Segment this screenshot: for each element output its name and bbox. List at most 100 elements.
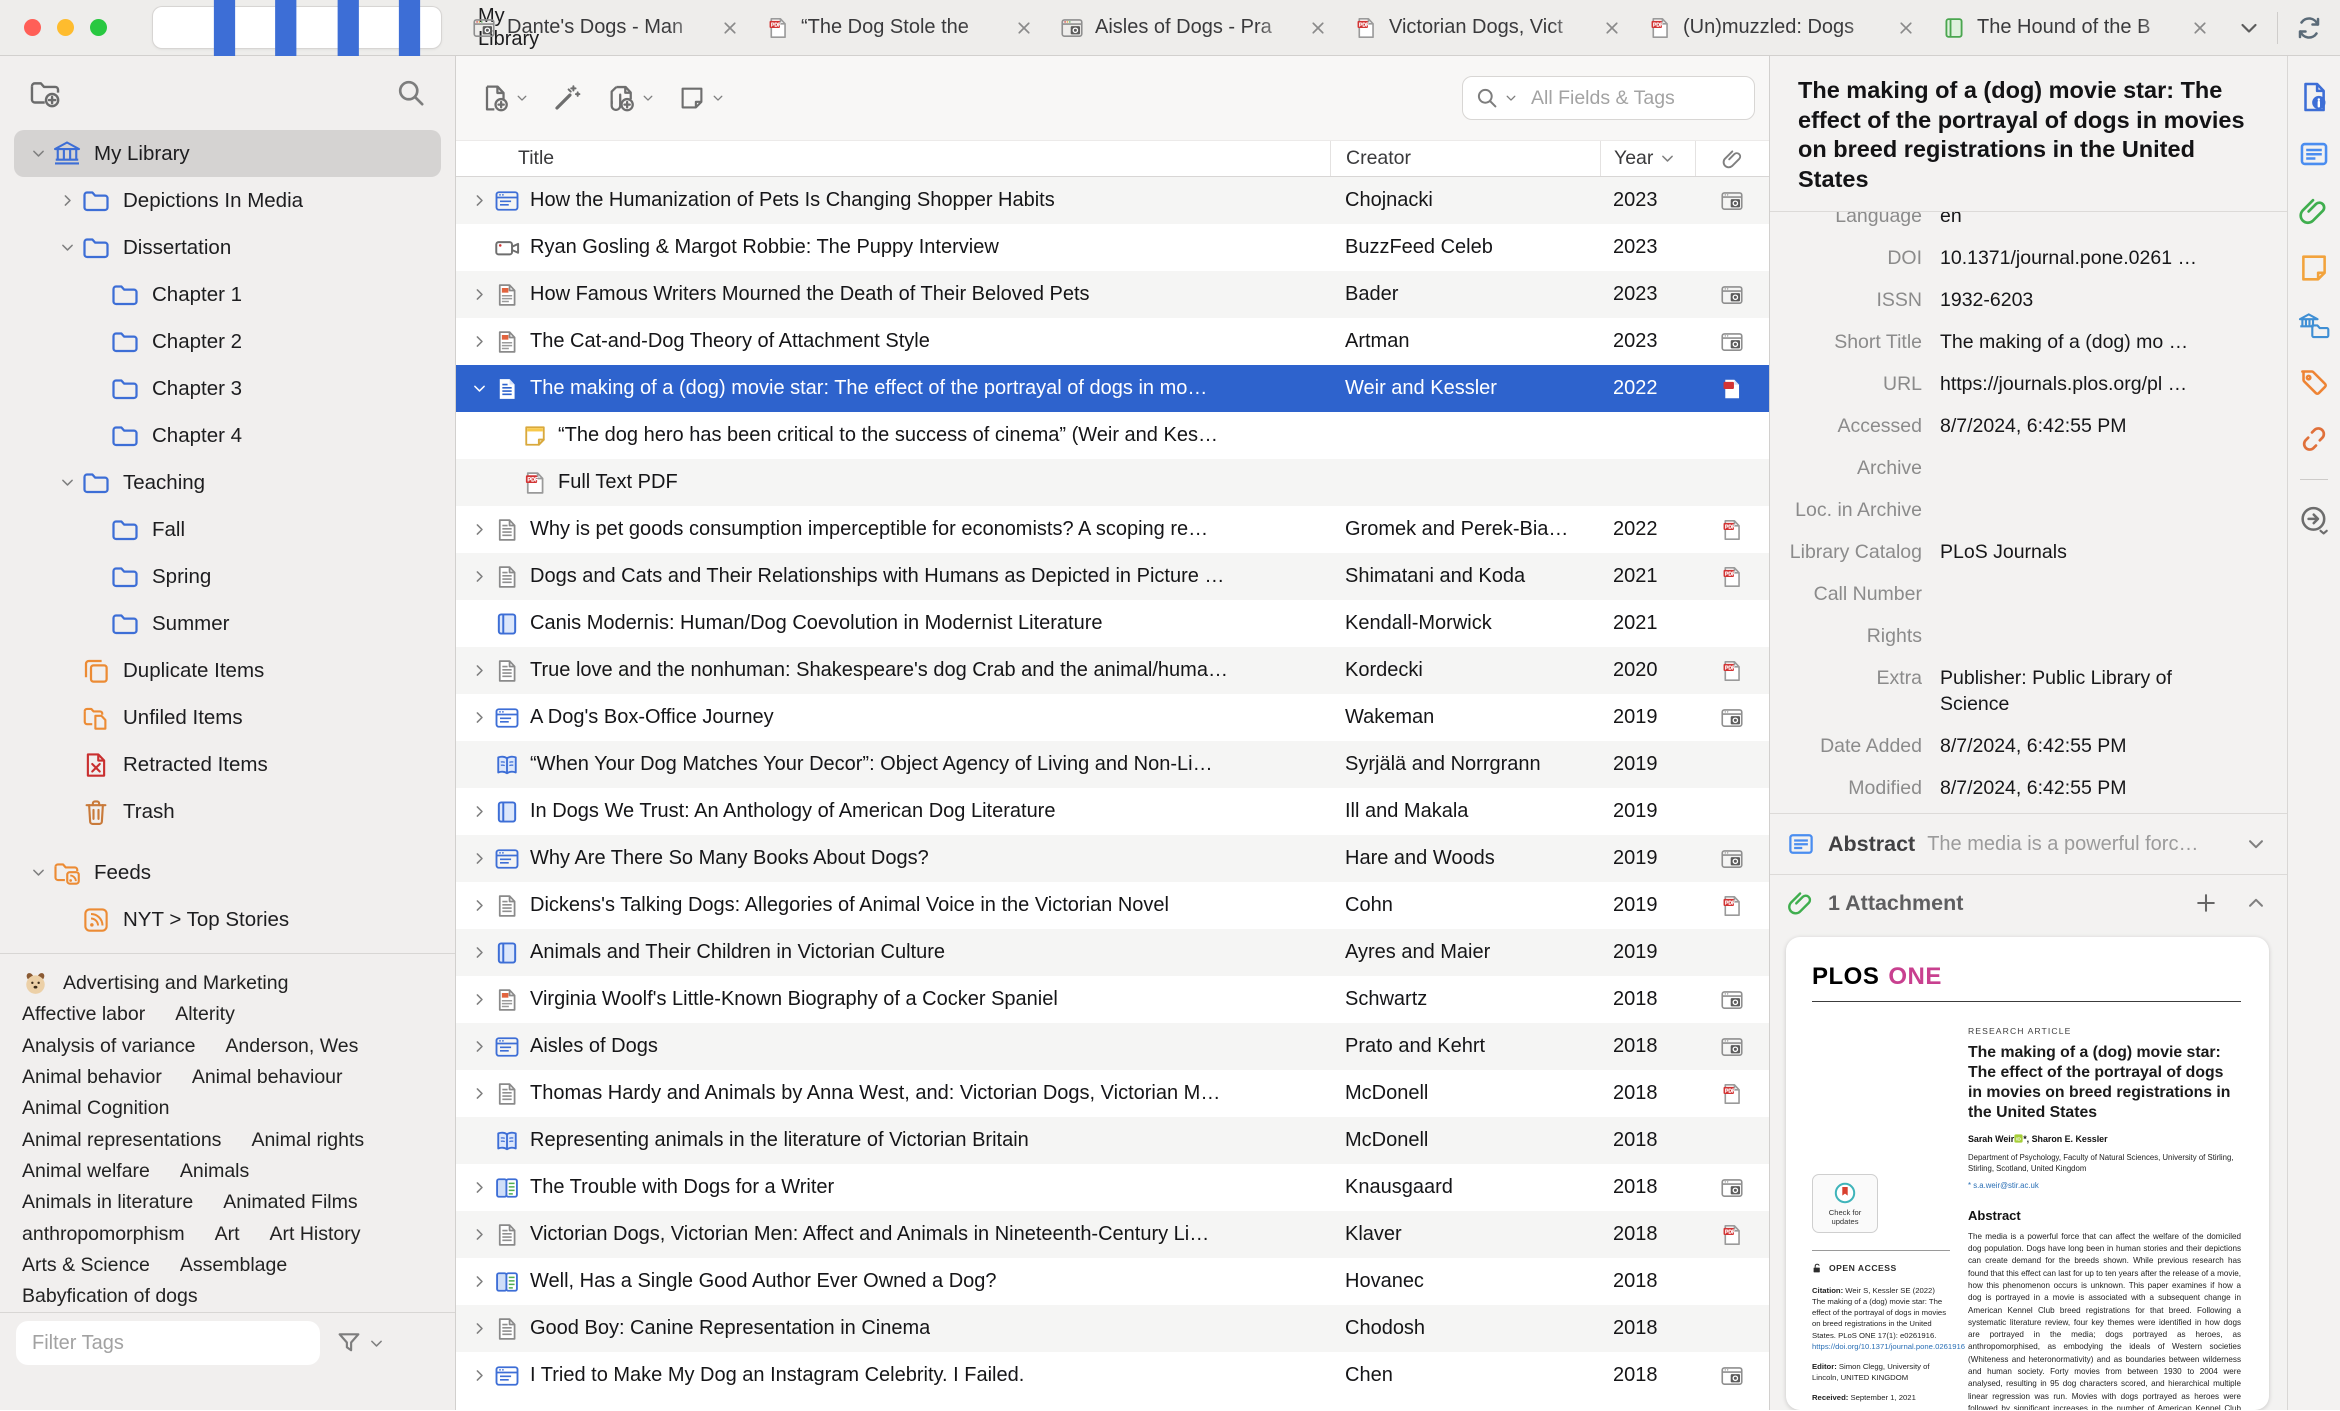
list-row[interactable]: True love and the nonhuman: Shakespeare'… xyxy=(456,647,1769,694)
row-expand-chevron-icon[interactable] xyxy=(471,192,488,209)
tree-down-chevron-icon[interactable] xyxy=(30,145,47,162)
attachments-section-header[interactable]: 1 Attachment xyxy=(1770,875,2287,931)
close-tab-icon[interactable] xyxy=(1013,17,1035,39)
tag-anderson-wes[interactable]: Anderson, Wes xyxy=(225,1035,358,1058)
row-expand-chevron-icon[interactable] xyxy=(471,1320,488,1337)
list-row[interactable]: How Famous Writers Mourned the Death of … xyxy=(456,271,1769,318)
row-expand-chevron-icon[interactable] xyxy=(471,662,488,679)
tag-animated-films[interactable]: Animated Films xyxy=(223,1191,357,1214)
column-header-year[interactable]: Year xyxy=(1600,141,1695,176)
field-value[interactable]: 8/7/2024, 6:42:55 PM xyxy=(1940,413,2240,439)
tag-animal-cognition[interactable]: Animal Cognition xyxy=(22,1097,169,1120)
add-attachment-icon[interactable] xyxy=(2193,890,2219,916)
row-expand-chevron-icon[interactable] xyxy=(471,521,488,538)
row-expand-chevron-icon[interactable] xyxy=(471,1179,488,1196)
tab-the-hound-of-the-b[interactable]: The Hound of the B xyxy=(1925,0,2219,56)
list-row[interactable]: “When Your Dog Matches Your Decor”: Obje… xyxy=(456,741,1769,788)
list-row[interactable]: Thomas Hardy and Animals by Anna West, a… xyxy=(456,1070,1769,1117)
field-value[interactable]: Publisher: Public Library of Science xyxy=(1940,665,2240,717)
row-expand-chevron-icon[interactable] xyxy=(471,991,488,1008)
minimize-window-button[interactable] xyxy=(57,19,74,36)
sidebar-item-unfiled-items[interactable]: Unfiled Items xyxy=(14,694,441,741)
tab-my-library[interactable]: My Library xyxy=(153,0,539,132)
row-expand-chevron-icon[interactable] xyxy=(471,944,488,961)
list-row[interactable]: Dickens's Talking Dogs: Allegories of An… xyxy=(456,882,1769,929)
pdf-attachment-icon[interactable] xyxy=(1719,564,1745,590)
sidebar-item-teaching[interactable]: Teaching xyxy=(14,459,441,506)
list-row[interactable]: “The dog hero has been critical to the s… xyxy=(456,412,1769,459)
tag-analysis-of-variance[interactable]: Analysis of variance xyxy=(22,1035,195,1058)
close-tab-icon[interactable] xyxy=(1601,17,1623,39)
row-expand-chevron-icon[interactable] xyxy=(471,286,488,303)
pdf-attachment-icon[interactable] xyxy=(1719,658,1745,684)
pdf-attachment-icon[interactable] xyxy=(1719,893,1745,919)
pdf-attachment-icon[interactable] xyxy=(1719,1222,1745,1248)
list-row[interactable]: A Dog's Box-Office Journey Wakeman 2019 xyxy=(456,694,1769,741)
field-value[interactable]: en xyxy=(1940,212,2240,229)
tree-right-chevron-icon[interactable] xyxy=(59,192,76,209)
row-expand-chevron-icon[interactable] xyxy=(471,1226,488,1243)
sidebar-item-chapter-3[interactable]: Chapter 3 xyxy=(14,365,441,412)
list-row[interactable]: How the Humanization of Pets Is Changing… xyxy=(456,177,1769,224)
sidebar-item-nyt-top-stories[interactable]: NYT > Top Stories xyxy=(14,896,441,943)
tab-un-muzzled-dogs[interactable]: (Un)muzzled: Dogs xyxy=(1631,0,1925,56)
close-tab-icon[interactable] xyxy=(1895,17,1917,39)
tree-down-chevron-icon[interactable] xyxy=(59,239,76,256)
item-info-icon[interactable] xyxy=(2297,80,2331,114)
new-note-button[interactable] xyxy=(677,83,725,113)
list-row[interactable]: I Tried to Make My Dog an Instagram Cele… xyxy=(456,1352,1769,1399)
snapshot-attachment-icon[interactable] xyxy=(1719,188,1745,214)
attachments-collapse-chevron-icon[interactable] xyxy=(2245,892,2267,914)
field-value[interactable]: 10.1371/journal.pone.0261 … xyxy=(1940,245,2240,271)
snapshot-attachment-icon[interactable] xyxy=(1719,1363,1745,1389)
tags-pane-icon[interactable] xyxy=(2297,365,2331,399)
abstract-section[interactable]: Abstract The media is a powerful forc… xyxy=(1770,813,2287,875)
tag-art[interactable]: Art xyxy=(215,1223,240,1246)
list-row[interactable]: Full Text PDF xyxy=(456,459,1769,506)
row-expand-chevron-icon[interactable] xyxy=(471,709,488,726)
sidebar-item-chapter-2[interactable]: Chapter 2 xyxy=(14,318,441,365)
column-header-creator[interactable]: Creator xyxy=(1330,141,1600,176)
tag-filter-funnel-icon[interactable] xyxy=(334,1328,364,1358)
close-tab-icon[interactable] xyxy=(719,17,741,39)
list-row[interactable]: Dogs and Cats and Their Relationships wi… xyxy=(456,553,1769,600)
sidebar-item-summer[interactable]: Summer xyxy=(14,600,441,647)
tag-animal-rights[interactable]: Animal rights xyxy=(251,1129,364,1152)
attachment-pdf-preview[interactable]: PLOS ONE Check for updates OPEN ACCESS C… xyxy=(1786,937,2269,1410)
list-all-tabs-chevron-icon[interactable] xyxy=(2237,16,2261,40)
tag-animals[interactable]: Animals xyxy=(180,1160,249,1183)
abstract-pane-icon[interactable] xyxy=(2297,137,2331,171)
sidebar-item-chapter-1[interactable]: Chapter 1 xyxy=(14,271,441,318)
column-header-attachment[interactable] xyxy=(1695,141,1769,176)
abstract-expand-chevron-icon[interactable] xyxy=(2245,833,2267,855)
tab-the-dog-stole-the[interactable]: “The Dog Stole the xyxy=(749,0,1043,56)
row-expand-chevron-icon[interactable] xyxy=(471,1085,488,1102)
tag-animal-welfare[interactable]: Animal welfare xyxy=(22,1160,150,1183)
related-pane-icon[interactable] xyxy=(2297,422,2331,456)
sidebar-item-my-library[interactable]: My Library xyxy=(14,130,441,177)
snapshot-attachment-icon[interactable] xyxy=(1719,987,1745,1013)
list-row[interactable]: Why Are There So Many Books About Dogs? H… xyxy=(456,835,1769,882)
pdf-attachment-icon[interactable] xyxy=(1719,517,1745,543)
tree-down-chevron-icon[interactable] xyxy=(59,474,76,491)
pdf-attachment-icon[interactable] xyxy=(1719,376,1745,402)
snapshot-attachment-icon[interactable] xyxy=(1719,282,1745,308)
row-expand-chevron-icon[interactable] xyxy=(471,1367,488,1384)
libraries-collections-pane-icon[interactable] xyxy=(2297,308,2331,342)
row-expand-chevron-icon[interactable] xyxy=(471,850,488,867)
tree-down-chevron-icon[interactable] xyxy=(30,864,47,881)
list-row[interactable]: Representing animals in the literature o… xyxy=(456,1117,1769,1164)
list-row-selected[interactable]: The making of a (dog) movie star: The ef… xyxy=(456,365,1769,412)
list-row[interactable]: Virginia Woolf's Little-Known Biography … xyxy=(456,976,1769,1023)
collection-search-icon[interactable] xyxy=(395,77,427,109)
tag-animals-in-literature[interactable]: Animals in literature xyxy=(22,1191,193,1214)
row-expand-chevron-icon[interactable] xyxy=(471,1038,488,1055)
tag-affective-labor[interactable]: Affective labor xyxy=(22,1003,145,1026)
field-value[interactable]: 8/7/2024, 6:42:55 PM xyxy=(1940,775,2240,801)
sidebar-item-spring[interactable]: Spring xyxy=(14,553,441,600)
row-expand-chevron-icon[interactable] xyxy=(471,333,488,350)
tag-alterity[interactable]: Alterity xyxy=(175,1003,235,1026)
tag-anthropomorphism[interactable]: anthropomorphism xyxy=(22,1223,185,1246)
sidebar-item-trash[interactable]: Trash xyxy=(14,788,441,835)
snapshot-attachment-icon[interactable] xyxy=(1719,846,1745,872)
